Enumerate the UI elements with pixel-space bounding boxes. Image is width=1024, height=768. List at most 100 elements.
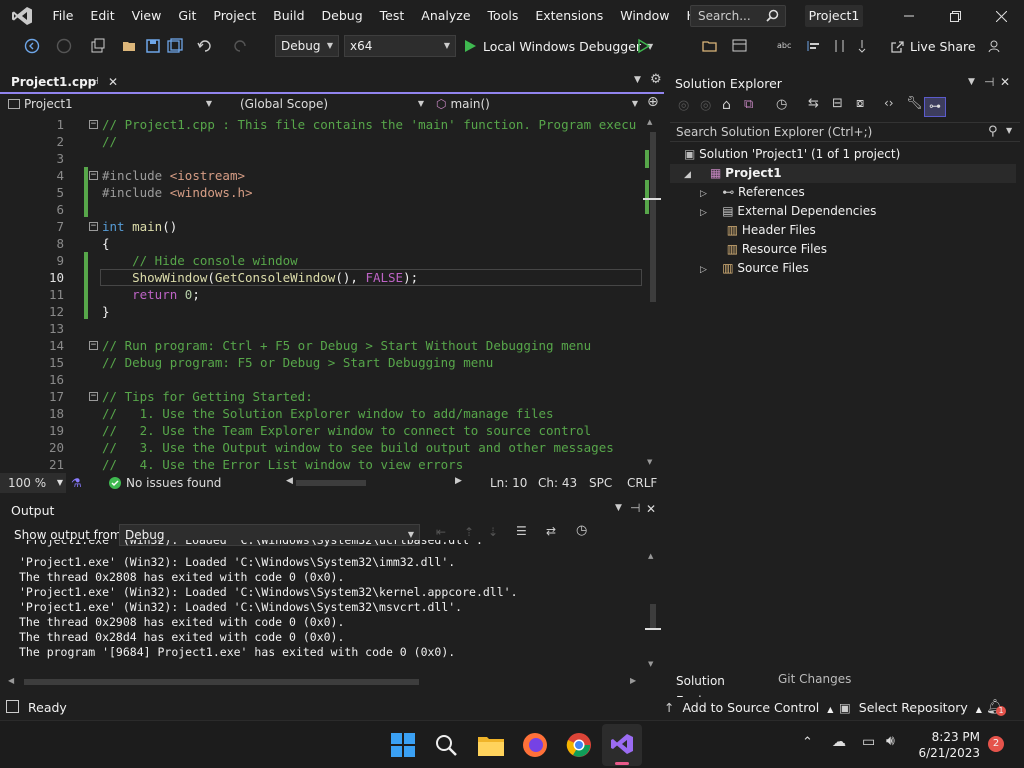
solution-search-box[interactable]: Search Solution Explorer (Ctrl+;) ⚲ ▼	[670, 122, 1020, 142]
code-line[interactable]: ShowWindow(GetConsoleWindow(), FALSE);	[102, 269, 418, 286]
properties-icon[interactable]: 🔧︎	[906, 96, 923, 111]
resource-files-node[interactable]: ▥ Resource Files	[700, 240, 827, 259]
split-editor-icon[interactable]: ⊕	[647, 94, 659, 110]
settings-gear-icon[interactable]: ⚙	[650, 72, 662, 87]
folder-browse-icon[interactable]	[702, 38, 718, 54]
code-line[interactable]: // Debug program: F5 or Debug > Start De…	[102, 354, 493, 371]
output-horizontal-scrollbar[interactable]: ◀ ▶	[8, 676, 638, 688]
scope-dropdown[interactable]: (Global Scope) ▼	[240, 94, 430, 114]
visual-studio-taskbar-button[interactable]	[602, 724, 642, 766]
select-repository-button[interactable]: ▣ Select Repository ▲	[839, 700, 982, 715]
tab-list-dropdown-icon[interactable]: ▼	[634, 75, 641, 85]
pin-icon[interactable]: ⊣	[984, 75, 994, 89]
scroll-right-icon[interactable]: ▶	[455, 476, 462, 486]
menu-tools[interactable]: Tools	[479, 0, 527, 32]
search-box[interactable]: Search...	[690, 5, 786, 27]
redo-icon[interactable]	[232, 38, 248, 54]
code-editor[interactable]: 1−// Project1.cpp : This file contains t…	[0, 114, 664, 472]
menu-build[interactable]: Build	[265, 0, 313, 32]
new-project-icon[interactable]	[90, 38, 106, 54]
spellcheck-icon[interactable]: abc	[776, 38, 792, 54]
horizontal-scroll-thumb[interactable]	[296, 480, 366, 486]
collapse-outline-icon[interactable]: −	[89, 120, 98, 129]
references-node[interactable]: ▷ ⊷ References	[700, 183, 805, 202]
layout-icon[interactable]	[732, 38, 748, 54]
code-line[interactable]: // 2. Use the Team Explorer window to co…	[102, 422, 591, 439]
tab-git-changes[interactable]: Git Changes	[774, 669, 864, 691]
show-hidden-icons-chevron-icon[interactable]: ⌃	[802, 735, 813, 750]
editor-vertical-scrollbar[interactable]: ▲ ▼	[643, 118, 661, 470]
home-icon[interactable]: ⌂	[722, 97, 731, 113]
firefox-icon[interactable]	[522, 732, 548, 761]
code-line[interactable]: // 4. Use the Error List window to view …	[102, 456, 463, 472]
char-number-status[interactable]: Ch: 43	[538, 476, 577, 490]
collapse-all-icon[interactable]: ⊟	[832, 96, 843, 111]
close-pane-icon[interactable]: ✕	[1000, 75, 1010, 89]
zoom-dropdown[interactable]: 100 % ▼	[0, 473, 66, 493]
menu-file[interactable]: File	[44, 0, 82, 32]
header-files-node[interactable]: ▥ Header Files	[700, 221, 816, 240]
menu-window[interactable]: Window	[612, 0, 678, 32]
source-files-node[interactable]: ▷ ▥ Source Files	[700, 259, 809, 278]
code-line[interactable]: // Run program: Ctrl + F5 or Debug > Sta…	[102, 337, 591, 354]
code-line[interactable]: #include <iostream>	[102, 167, 245, 184]
minimize-icon[interactable]	[886, 0, 932, 32]
view-code-icon[interactable]: ‹›	[884, 96, 894, 110]
search-icon[interactable]	[434, 733, 458, 760]
save-icon[interactable]	[145, 38, 161, 54]
menu-debug[interactable]: Debug	[313, 0, 371, 32]
collapse-outline-icon[interactable]: −	[89, 222, 98, 231]
project-node[interactable]: ◢ ▦ Project1	[684, 164, 782, 183]
onedrive-icon[interactable]: ☁	[832, 734, 846, 750]
notification-center-badge[interactable]: 2	[988, 736, 1004, 752]
code-line[interactable]: return 0;	[102, 286, 200, 303]
issues-indicator[interactable]: No issues found	[109, 476, 221, 490]
pending-changes-icon[interactable]: ◷	[776, 97, 787, 112]
menu-test[interactable]: Test	[371, 0, 413, 32]
back-icon[interactable]: ◎	[678, 98, 689, 113]
navigate-forward-icon[interactable]	[56, 38, 72, 54]
window-position-dropdown-icon[interactable]: ▼	[615, 503, 622, 513]
pin-icon[interactable]: ⊣	[90, 72, 99, 92]
clear-all-icon[interactable]: ☰	[516, 524, 527, 538]
code-line[interactable]: // Tips for Getting Started:	[102, 388, 313, 405]
open-folder-icon[interactable]	[122, 38, 138, 54]
collapse-outline-icon[interactable]: −	[89, 171, 98, 180]
window-position-dropdown-icon[interactable]: ▼	[968, 77, 975, 87]
tab-project1-cpp[interactable]: Project1.cpp ⊣ ✕	[4, 72, 125, 92]
code-line[interactable]: {	[102, 235, 110, 252]
show-all-files-icon[interactable]: ⧇	[856, 96, 864, 111]
next-message-icon[interactable]: ⇣	[488, 525, 498, 539]
code-line[interactable]: // 3. Use the Output window to see build…	[102, 439, 614, 456]
clock[interactable]: 8:23 PM 6/21/2023	[916, 729, 980, 761]
intellicode-icon[interactable]: ⚗	[71, 476, 82, 490]
volume-icon[interactable]: 🔊︎	[886, 733, 895, 749]
network-icon[interactable]: ▭	[862, 734, 875, 750]
word-wrap-icon[interactable]: ⇄	[546, 524, 556, 538]
save-all-icon[interactable]	[167, 38, 183, 54]
close-pane-icon[interactable]: ✕	[646, 502, 656, 516]
feedback-icon[interactable]	[987, 38, 1003, 54]
maximize-icon[interactable]	[932, 0, 978, 32]
prev-message-icon[interactable]: ⇡	[464, 525, 474, 539]
output-vertical-scrollbar[interactable]: ▲ ▼	[645, 552, 661, 672]
find-message-icon[interactable]: ⇤	[436, 525, 446, 539]
file-explorer-icon[interactable]	[478, 734, 504, 759]
sync-icon[interactable]: ⇆	[808, 96, 819, 111]
menu-project[interactable]: Project	[205, 0, 265, 32]
start-debugging-button[interactable]: Local Windows Debugger ▼	[463, 38, 653, 54]
forward-icon[interactable]: ◎	[700, 98, 711, 113]
close-tab-icon[interactable]: ✕	[108, 72, 118, 92]
project-name-badge[interactable]: Project1	[805, 5, 863, 27]
code-line[interactable]: int main()	[102, 218, 177, 235]
code-line[interactable]: }	[102, 303, 110, 320]
distribute-icon[interactable]	[832, 38, 848, 54]
undo-icon[interactable]	[197, 38, 213, 54]
search-options-dropdown-icon[interactable]: ▼	[1006, 126, 1012, 135]
code-line[interactable]: //	[102, 133, 117, 150]
live-share-button[interactable]: Live Share	[890, 38, 976, 54]
close-window-icon[interactable]	[978, 0, 1024, 32]
tab-solution-explorer[interactable]: Solution Explorer	[670, 669, 774, 708]
pin-icon[interactable]: ⊣	[630, 501, 640, 515]
line-ending-status[interactable]: CRLF	[627, 476, 657, 490]
